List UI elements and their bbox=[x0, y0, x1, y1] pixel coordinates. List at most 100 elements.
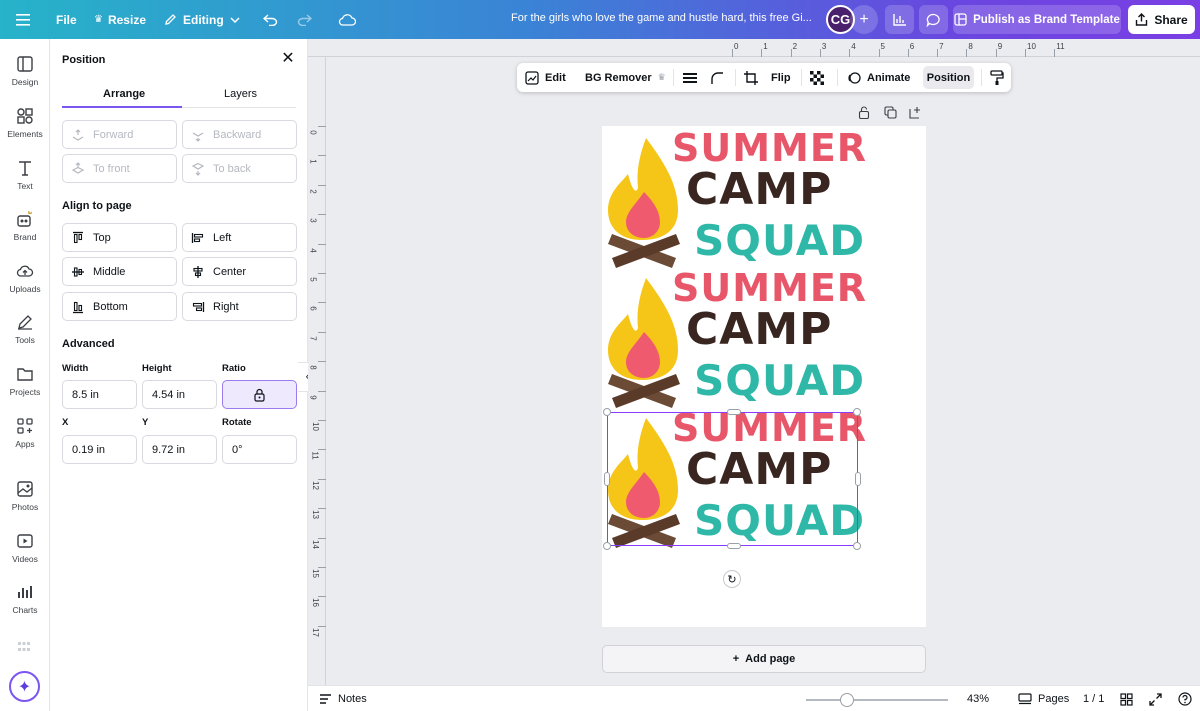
ratio-lock-button[interactable] bbox=[222, 380, 297, 409]
publish-brand-template-button[interactable]: Publish as Brand Template bbox=[953, 5, 1121, 34]
align-left-button[interactable]: Left bbox=[182, 223, 297, 252]
ruler-left-number: 2 bbox=[308, 189, 318, 194]
position-button[interactable]: Position bbox=[923, 66, 974, 89]
ruler-tick bbox=[318, 596, 326, 598]
rail-item-brand[interactable]: Brand bbox=[0, 210, 50, 242]
share-button[interactable]: Share bbox=[1128, 5, 1195, 34]
forward-button[interactable]: Forward bbox=[62, 120, 177, 149]
ruler-tick bbox=[318, 508, 326, 510]
align-center-button[interactable]: Center bbox=[182, 257, 297, 286]
rail-item-photos[interactable]: Photos bbox=[0, 480, 50, 512]
zoom-slider-handle[interactable] bbox=[839, 693, 854, 707]
resize-handle-bottom[interactable] bbox=[727, 543, 741, 549]
y-label: Y bbox=[142, 417, 149, 428]
notes-button[interactable]: Notes bbox=[319, 686, 367, 711]
fullscreen-icon[interactable] bbox=[1149, 686, 1162, 711]
animate-button[interactable]: Animate bbox=[847, 63, 910, 92]
zoom-level[interactable]: 43% bbox=[967, 686, 989, 711]
crop-button[interactable] bbox=[744, 63, 758, 92]
pages-button[interactable]: Pages bbox=[1018, 686, 1069, 711]
resize-handle-top-left[interactable] bbox=[603, 408, 611, 416]
more-apps-icon[interactable] bbox=[18, 639, 30, 651]
bg-remover-button[interactable]: BG Remover ♛ bbox=[585, 63, 666, 92]
rail-item-apps[interactable]: Apps bbox=[0, 417, 50, 449]
width-label: Width bbox=[62, 363, 89, 374]
resize-handle-top-right[interactable] bbox=[853, 408, 861, 416]
redo-icon[interactable] bbox=[297, 0, 312, 39]
paint-roller-icon bbox=[990, 69, 1004, 85]
grid-view-icon[interactable] bbox=[1120, 686, 1133, 711]
comments-button[interactable] bbox=[919, 5, 948, 34]
rail-item-design[interactable]: Design bbox=[0, 55, 50, 87]
tab-arrange[interactable]: Arrange bbox=[103, 88, 145, 100]
align-top-button[interactable]: Top bbox=[62, 223, 177, 252]
ruler-tick bbox=[849, 49, 851, 57]
design-group[interactable]: SUMMER CAMP SQUAD bbox=[606, 126, 866, 268]
campfire-icon bbox=[608, 138, 680, 268]
cloud-saved-icon[interactable] bbox=[338, 0, 356, 39]
design-title[interactable]: For the girls who love the game and hust… bbox=[511, 12, 811, 24]
resize-handle-top[interactable] bbox=[727, 409, 741, 415]
border-style-button[interactable] bbox=[683, 63, 697, 92]
lock-page-icon[interactable] bbox=[858, 106, 872, 120]
align-right-button[interactable]: Right bbox=[182, 292, 297, 321]
edit-image-button[interactable]: Edit bbox=[525, 63, 566, 92]
ruler-top-number: 8 bbox=[968, 42, 973, 51]
rail-item-text[interactable]: Text bbox=[0, 159, 50, 191]
flip-button[interactable]: Flip bbox=[771, 63, 791, 92]
resize-button[interactable]: ♛ Resize bbox=[94, 0, 146, 39]
ruler-left-number: 14 bbox=[310, 539, 320, 549]
rail-item-charts[interactable]: Charts bbox=[0, 583, 50, 615]
resize-handle-right[interactable] bbox=[855, 472, 861, 486]
align-middle-button[interactable]: Middle bbox=[62, 257, 177, 286]
rail-item-elements[interactable]: Elements bbox=[0, 107, 50, 139]
to-front-button[interactable]: To front bbox=[62, 154, 177, 183]
resize-handle-bottom-left[interactable] bbox=[603, 542, 611, 550]
ruler-top: 0 1 2 3 4 5 6 7 8 9 10 11 bbox=[308, 39, 1200, 57]
ruler-tick bbox=[318, 184, 326, 186]
folder-icon bbox=[17, 368, 33, 381]
add-collaborator-button[interactable]: + bbox=[850, 5, 878, 34]
design-group[interactable]: SUMMER CAMP SQUAD bbox=[606, 266, 866, 408]
zoom-slider-track[interactable] bbox=[806, 699, 948, 701]
undo-icon[interactable] bbox=[263, 0, 278, 39]
ruler-top-number: 11 bbox=[1056, 42, 1065, 51]
rail-item-tools[interactable]: Tools bbox=[0, 313, 50, 345]
rail-item-videos[interactable]: Videos bbox=[0, 532, 50, 564]
transparency-button[interactable] bbox=[810, 63, 824, 92]
resize-handle-left[interactable] bbox=[604, 472, 610, 486]
align-bottom-button[interactable]: Bottom bbox=[62, 292, 177, 321]
insights-button[interactable] bbox=[885, 5, 914, 34]
add-page-button[interactable]: + Add page bbox=[602, 645, 926, 673]
menu-icon[interactable] bbox=[16, 0, 30, 39]
tab-layers[interactable]: Layers bbox=[224, 88, 257, 100]
pencil-icon bbox=[165, 14, 176, 25]
design-page[interactable]: SUMMER CAMP SQUAD SUMMER CAMP SQUAD SUMM… bbox=[602, 126, 926, 627]
copy-style-button[interactable] bbox=[990, 63, 1004, 92]
crown-icon: ♛ bbox=[657, 72, 666, 82]
duplicate-page-icon[interactable] bbox=[884, 106, 898, 120]
backward-button[interactable]: Backward bbox=[182, 120, 297, 149]
magic-sparkle-button[interactable]: ✦ bbox=[9, 671, 40, 702]
rail-item-uploads[interactable]: Uploads bbox=[0, 262, 50, 294]
add-page-icon[interactable] bbox=[909, 106, 923, 120]
ruler-top-number: 7 bbox=[939, 42, 944, 51]
comment-icon bbox=[926, 13, 940, 27]
editing-dropdown[interactable]: Editing bbox=[164, 0, 240, 39]
rotate-handle[interactable]: ↻ bbox=[723, 570, 741, 588]
rotate-field[interactable]: 0° bbox=[222, 435, 297, 464]
width-field[interactable]: 8.5 in bbox=[62, 380, 137, 409]
resize-handle-bottom-right[interactable] bbox=[853, 542, 861, 550]
close-icon[interactable]: ✕ bbox=[280, 51, 296, 67]
help-icon[interactable] bbox=[1178, 686, 1192, 711]
y-field[interactable]: 9.72 in bbox=[142, 435, 217, 464]
share-icon bbox=[1136, 13, 1148, 26]
campfire-icon bbox=[608, 278, 680, 408]
x-field[interactable]: 0.19 in bbox=[62, 435, 137, 464]
rail-item-projects[interactable]: Projects bbox=[0, 365, 50, 397]
height-field[interactable]: 4.54 in bbox=[142, 380, 217, 409]
corner-rounding-button[interactable] bbox=[710, 63, 724, 92]
file-menu[interactable]: File bbox=[56, 0, 77, 39]
ruler-tick bbox=[966, 49, 968, 57]
to-back-button[interactable]: To back bbox=[182, 154, 297, 183]
